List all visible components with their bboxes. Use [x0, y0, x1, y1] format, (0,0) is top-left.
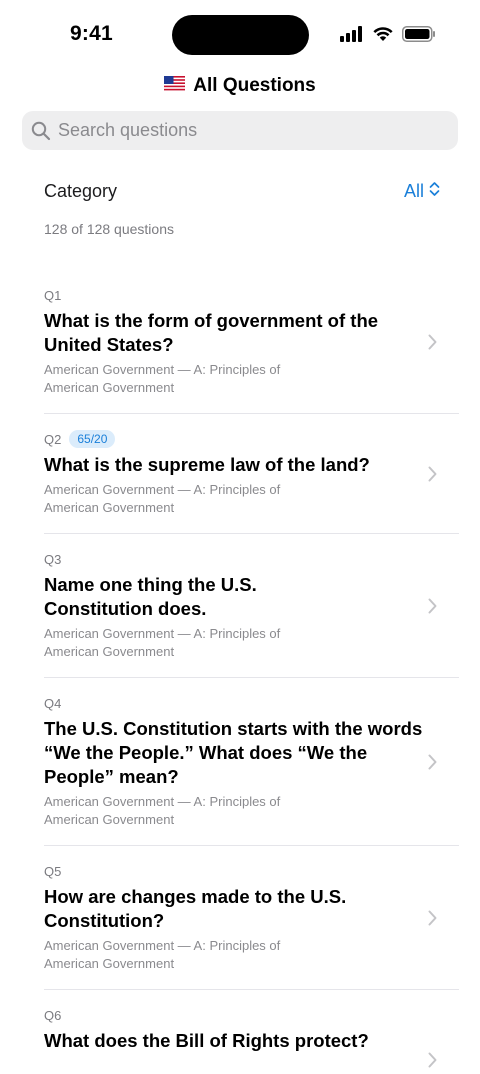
wifi-icon — [372, 26, 394, 47]
question-text: The U.S. Constitution starts with the wo… — [44, 718, 423, 787]
status-icons — [340, 26, 436, 47]
search-bar[interactable] — [22, 111, 458, 150]
question-number: Q6 — [44, 1007, 62, 1023]
question-text: What does the Bill of Rights protect? — [44, 1030, 369, 1051]
question-category: American Government — A: Principles of A… — [44, 362, 281, 395]
question-number: Q2 — [44, 431, 62, 447]
search-input[interactable] — [58, 120, 428, 141]
question-count: 128 of 128 questions — [44, 221, 174, 237]
category-filter-row: Category All — [44, 178, 440, 204]
question-row[interactable]: Q5 How are changes made to the U.S. Cons… — [44, 846, 459, 990]
category-picker-value: All — [403, 180, 424, 201]
question-row[interactable]: Q1 What is the form of government of the… — [44, 270, 459, 414]
status-bar: 9:41 — [0, 0, 480, 70]
question-row[interactable]: Q2 65/20 What is the supreme law of the … — [44, 414, 459, 534]
search-icon — [31, 121, 51, 141]
question-row[interactable]: Q6 What does the Bill of Rights protect? — [44, 990, 459, 1074]
question-number: Q5 — [44, 863, 62, 879]
battery-icon — [402, 26, 436, 47]
question-number: Q1 — [44, 287, 62, 303]
question-number: Q3 — [44, 551, 62, 567]
chevron-right-icon — [428, 334, 437, 350]
question-text: What is the form of government of the Un… — [44, 310, 379, 355]
chevron-right-icon — [428, 754, 437, 770]
category-label: Category — [44, 180, 118, 201]
question-category: American Government — A: Principles of A… — [44, 626, 281, 659]
question-text: What is the supreme law of the land? — [44, 454, 370, 475]
question-row[interactable]: Q3 Name one thing the U.S. Constitution … — [44, 534, 459, 678]
chevron-right-icon — [428, 598, 437, 614]
question-list: Q1 What is the form of government of the… — [0, 270, 480, 1074]
cellular-signal-icon — [340, 26, 364, 47]
question-text: Name one thing the U.S. Constitution doe… — [44, 574, 257, 619]
chevron-right-icon — [428, 910, 437, 926]
question-badge: 65/20 — [69, 430, 116, 448]
category-picker[interactable]: All — [404, 181, 440, 202]
chevron-right-icon — [428, 466, 437, 482]
question-text: How are changes made to the U.S. Constit… — [44, 886, 347, 931]
nav-title: All Questions — [0, 72, 480, 100]
question-category: American Government — A: Principles of A… — [44, 794, 281, 827]
us-flag-icon — [164, 75, 186, 97]
chevron-up-down-icon — [429, 181, 440, 202]
question-number: Q4 — [44, 695, 62, 711]
question-row[interactable]: Q4 The U.S. Constitution starts with the… — [44, 678, 459, 846]
chevron-right-icon — [428, 1052, 437, 1068]
status-time: 9:41 — [70, 22, 113, 45]
page-title: All Questions — [193, 75, 316, 96]
question-category: American Government — A: Principles of A… — [44, 482, 281, 515]
question-category: American Government — A: Principles of A… — [44, 938, 281, 971]
dynamic-island — [172, 15, 309, 55]
